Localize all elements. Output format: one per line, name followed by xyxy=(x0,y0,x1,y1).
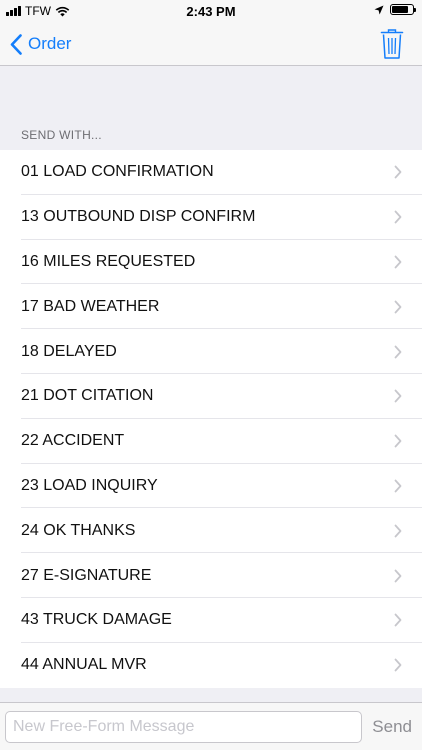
list-item[interactable]: 27 E-SIGNATURE xyxy=(0,553,422,598)
free-form-message-input[interactable] xyxy=(5,711,362,743)
chevron-right-icon xyxy=(394,255,402,269)
list-item[interactable]: 01 LOAD CONFIRMATION xyxy=(0,150,422,195)
back-button[interactable]: Order xyxy=(10,30,71,58)
chevron-right-icon xyxy=(394,345,402,358)
chevron-right-icon xyxy=(394,434,402,448)
list-item[interactable]: 23 LOAD INQUIRY xyxy=(0,464,422,509)
list-item-label: 44 ANNUAL MVR xyxy=(21,656,147,674)
list-item-label: 17 BAD WEATHER xyxy=(21,297,160,315)
chevron-right-icon xyxy=(394,569,402,582)
list-item-label: 27 E-SIGNATURE xyxy=(21,566,152,584)
list-item-label: 21 DOT CITATION xyxy=(21,387,154,405)
list-item-label: 22 ACCIDENT xyxy=(21,432,125,450)
status-right xyxy=(374,4,416,15)
list-item[interactable]: 44 ANNUAL MVR xyxy=(0,643,422,688)
location-arrow-icon xyxy=(374,5,384,14)
list-item[interactable]: 17 BAD WEATHER xyxy=(0,284,422,329)
chevron-right-icon xyxy=(394,479,402,493)
chevron-left-icon xyxy=(10,33,22,55)
chevron-right-icon xyxy=(394,210,402,224)
chevron-right-icon xyxy=(394,300,402,314)
list-item-label: 18 DELAYED xyxy=(21,342,117,360)
battery-icon xyxy=(390,4,416,15)
section-header: SEND WITH... xyxy=(21,128,102,142)
list-item[interactable]: 16 MILES REQUESTED xyxy=(0,240,422,285)
list-item-label: 24 OK THANKS xyxy=(21,521,136,539)
list-item-label: 01 LOAD CONFIRMATION xyxy=(21,163,214,181)
list-item[interactable]: 43 TRUCK DAMAGE xyxy=(0,598,422,643)
back-button-label: Order xyxy=(28,34,72,53)
list-item-label: 13 OUTBOUND DISP CONFIRM xyxy=(21,208,256,226)
list-item[interactable]: 24 OK THANKS xyxy=(0,508,422,553)
send-button[interactable]: Send xyxy=(372,717,412,737)
list-item[interactable]: 21 DOT CITATION xyxy=(0,374,422,419)
navigation-bar: Order xyxy=(0,22,422,66)
status-time: 2:43 PM xyxy=(186,4,236,19)
chevron-right-icon xyxy=(394,389,402,403)
list-item[interactable]: 18 DELAYED xyxy=(0,329,422,374)
chevron-right-icon xyxy=(394,658,402,672)
list-item-label: 43 TRUCK DAMAGE xyxy=(21,611,172,629)
list-item[interactable]: 13 OUTBOUND DISP CONFIRM xyxy=(0,195,422,240)
list-item-label: 16 MILES REQUESTED xyxy=(21,252,196,270)
battery-level xyxy=(392,6,409,13)
message-type-list: 01 LOAD CONFIRMATION 13 OUTBOUND DISP CON… xyxy=(0,150,422,688)
list-item[interactable]: 22 ACCIDENT xyxy=(0,419,422,464)
chevron-right-icon xyxy=(394,613,402,627)
chevron-right-icon xyxy=(394,165,402,179)
list-item-label: 23 LOAD INQUIRY xyxy=(21,476,158,494)
trash-icon[interactable] xyxy=(380,28,404,60)
message-composer: Send xyxy=(0,702,422,750)
chevron-right-icon xyxy=(394,524,402,538)
status-bar: TFW 2:43 PM xyxy=(0,0,422,22)
